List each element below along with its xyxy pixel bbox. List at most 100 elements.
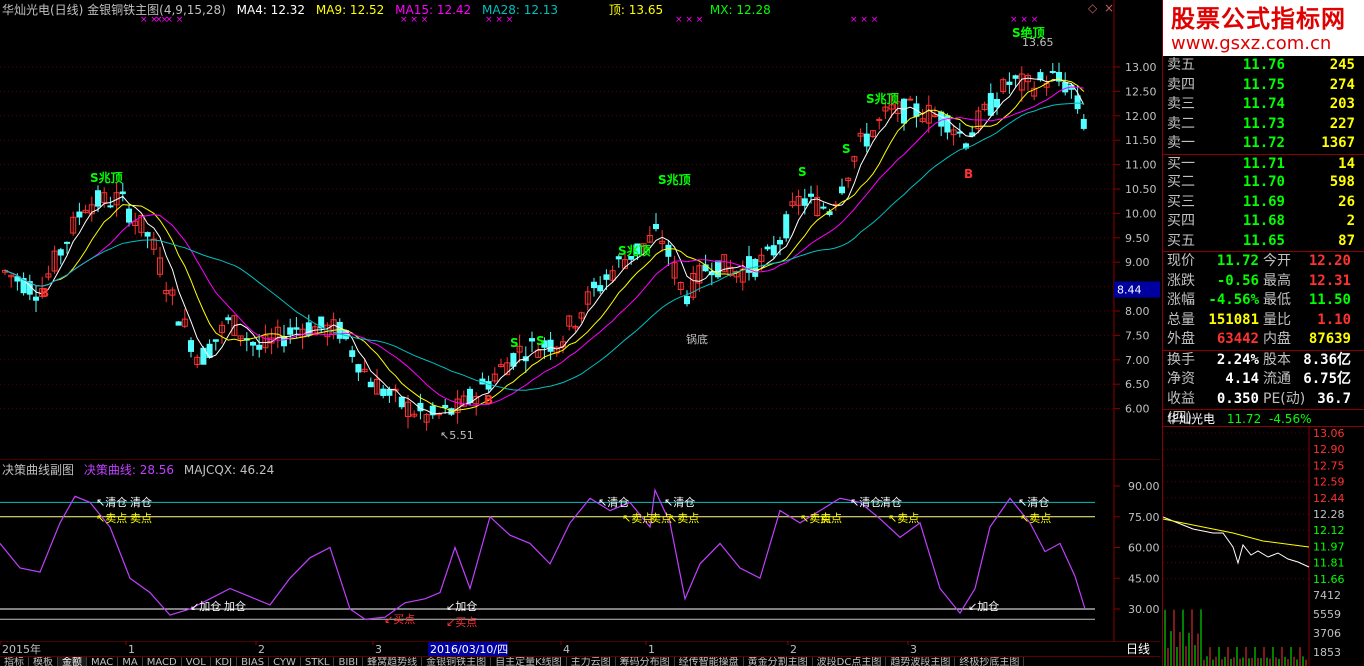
order-price: 11.74 [1242, 96, 1285, 112]
indicator-tab[interactable]: 模板 [29, 657, 58, 666]
indicator-tab[interactable]: 金额 [58, 657, 87, 666]
candle-down [777, 240, 783, 245]
period-label[interactable]: 日线 [1116, 641, 1160, 657]
candle-down [684, 296, 690, 305]
time-tick-label: 2 [258, 643, 265, 656]
guodi-label: 锅底 [686, 332, 708, 346]
order-book-row[interactable]: 卖一 11.72 1367 [1163, 134, 1364, 154]
stat-value: 2.24% [1216, 351, 1259, 368]
indicator-tab[interactable]: 终极抄底主图 [955, 657, 1025, 666]
indicator-tab[interactable]: STKL [301, 657, 335, 666]
candle-up [876, 118, 883, 121]
stat-key: 收益(四) [1167, 390, 1195, 427]
sub-tick-label: 45.00 [1128, 572, 1160, 585]
qingcang-label: 清仓 [880, 495, 902, 509]
order-book: 卖五 11.76 245 卖四 11.75 274 卖三 11.74 203 卖二 11.73 227… [1163, 56, 1364, 251]
mini-chart-header: 华灿光电 11.72 -4.56% [1163, 409, 1364, 427]
order-volume: 227 [1329, 115, 1355, 132]
chart-title: 华灿光电(日线) 金银铜铁主图(4,9,15,28) [2, 3, 226, 17]
price-tick-label: 7.50 [1125, 329, 1150, 342]
candle-down [256, 344, 263, 350]
candle-down [126, 208, 132, 223]
candle-down [281, 336, 287, 347]
order-book-row[interactable]: 买二 11.70 598 [1163, 173, 1364, 193]
price-tick-label: 8.00 [1125, 305, 1150, 318]
zhaoding-signal: S兆顶 [618, 243, 651, 258]
candle-down [808, 193, 814, 197]
sub-tick-label: 75.00 [1128, 511, 1160, 524]
mini-tick-label: 12.12 [1313, 524, 1345, 537]
order-volume: 2 [1346, 213, 1355, 229]
price-tick-label: 12.00 [1125, 110, 1157, 123]
price-tick-label: 7.00 [1125, 354, 1150, 367]
price-tick-label: 6.00 [1125, 403, 1150, 416]
price-tick-label: 9.50 [1125, 232, 1150, 245]
indicator-tab[interactable]: 黄金分割主图 [744, 657, 813, 666]
order-book-row[interactable]: 买三 11.69 26 [1163, 193, 1364, 213]
candle-down [547, 339, 554, 352]
order-book-row[interactable]: 买一 11.71 14 [1163, 153, 1364, 174]
close-icon[interactable]: × [1104, 2, 1114, 14]
logo-url-text: www.gsxz.com.cn [1171, 33, 1332, 54]
mini-volume-tick: 1853 [1313, 646, 1341, 659]
indicator-tab[interactable]: 金银铜铁主图 [422, 657, 492, 666]
indicator-tab[interactable]: BIBI [334, 657, 364, 666]
jiacang-label: ↙加仓 [968, 599, 999, 613]
indicator-tab[interactable]: BIAS [237, 657, 270, 666]
order-volume: 87 [1338, 232, 1355, 249]
order-volume: 245 [1329, 57, 1355, 73]
intraday-mini-chart[interactable]: 13.06 12.90 12.75 12.59 12.44 12.28 12.12 11.97… [1163, 427, 1363, 666]
indicator-tab[interactable]: 主力云图 [567, 657, 616, 666]
indicator-tab[interactable]: 蜂窝趋势线 [363, 657, 423, 666]
order-book-row[interactable]: 卖二 11.73 227 [1163, 115, 1364, 135]
intraday-avg-line [1163, 518, 1310, 548]
decision-curve-subchart[interactable]: 90.00 75.00 60.00 45.00 30.00 ↖清仓 ↖清仓 ↖清仓 ↖清仓 ↖清仓… [0, 460, 1160, 642]
candle-down [665, 244, 672, 257]
jiacang-label: 加仓 [224, 599, 246, 613]
stat-key: 最低 [1263, 292, 1291, 308]
indicator-tab[interactable]: 筹码分布图 [616, 657, 675, 666]
s-signal: S [536, 334, 545, 348]
b-signal: B [484, 393, 493, 407]
mini-volume-tick: 5559 [1313, 608, 1341, 621]
stat-value: 12.31 [1308, 272, 1351, 289]
kline-main-chart[interactable]: 13.00 12.50 12.00 11.50 11.00 10.50 10.00 9.50 9… [0, 0, 1160, 460]
indicator-tab[interactable]: MAC [87, 657, 119, 666]
stat-key: 股本 [1263, 351, 1291, 368]
order-book-row[interactable]: 卖三 11.74 203 [1163, 95, 1364, 115]
indicator-tab[interactable]: VOL [182, 657, 211, 666]
order-book-row[interactable]: 卖五 11.76 245 [1163, 56, 1364, 76]
order-book-row[interactable]: 买四 11.68 2 [1163, 212, 1364, 232]
time-tick-label: 2 [790, 643, 797, 656]
stat-row: 涨幅 -4.56% 最低 11.50 [1163, 291, 1364, 311]
maidian-label: 卖点 [130, 512, 152, 525]
indicator-tab[interactable]: 指标 [0, 657, 29, 666]
indicator-tab[interactable]: MACD [143, 657, 182, 666]
order-level-label: 买四 [1167, 213, 1195, 229]
order-price: 11.71 [1242, 155, 1285, 172]
order-book-row[interactable]: 买五 11.65 87 [1163, 232, 1364, 252]
restore-icon[interactable]: ◇ [1088, 2, 1097, 14]
indicator-tab[interactable]: CYW [269, 657, 301, 666]
stat-value: 36.7 [1317, 390, 1351, 407]
indicator-tab[interactable]: MA [118, 657, 143, 666]
indicator-tab[interactable]: 自主定量K线图 [491, 657, 567, 666]
candle-down [349, 350, 356, 357]
stat-row: 涨跌 -0.56 最高 12.31 [1163, 272, 1364, 292]
indicator-tab[interactable]: KDJ [211, 657, 238, 666]
candle-down [591, 281, 597, 289]
order-price: 11.76 [1242, 57, 1285, 73]
order-level-label: 卖五 [1167, 57, 1195, 73]
maidian-label: ↖卖点 [96, 512, 127, 525]
indicator-tab[interactable]: 趋势波段主图 [886, 657, 956, 666]
time-tick-label: 2015年 [2, 642, 41, 656]
candle-down [1049, 70, 1056, 73]
cursor-date-label: 2016/03/10/四 [430, 643, 508, 656]
indicator-tab[interactable]: 经传智能操盘 [675, 657, 744, 666]
indicator-tab[interactable]: 波段DC点主图 [813, 657, 887, 666]
order-price: 11.69 [1242, 193, 1285, 210]
stat-value: 8.36亿 [1303, 351, 1351, 368]
stat-row: 净资 4.14 流通 6.75亿 [1163, 370, 1364, 390]
order-book-row[interactable]: 卖四 11.75 274 [1163, 76, 1364, 96]
mini-tick-label: 12.28 [1313, 508, 1345, 521]
